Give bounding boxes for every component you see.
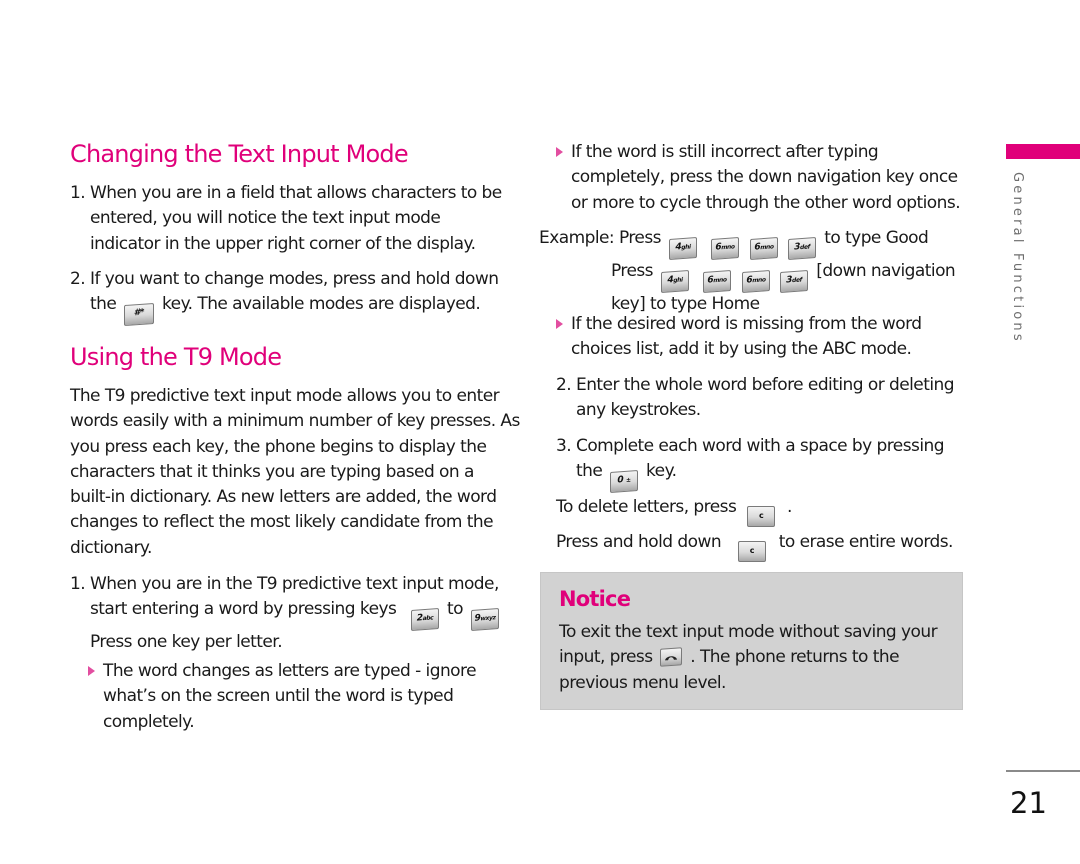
hash-star-key-icon: #*	[124, 303, 155, 327]
bullet-line: completely.	[103, 711, 195, 732]
step-line: any keystrokes.	[576, 400, 701, 421]
step-number: 1.	[70, 183, 86, 203]
key-6mno-icon: 6mno	[710, 237, 739, 260]
t9-step-3: 3. Complete each word with a space by pr…	[556, 434, 945, 494]
key-4ghi-icon: 4ghi	[668, 237, 697, 260]
step-number: 2.	[70, 269, 86, 289]
step-line: When you are in the T9 predictive text i…	[90, 574, 499, 594]
bullet-line: choices list, add it by using the ABC mo…	[571, 339, 912, 360]
example-label: Example:	[539, 228, 615, 248]
paragraph-line: dictionary.	[70, 537, 152, 558]
changing-mode-step-2: 2. If you want to change modes, press an…	[70, 267, 499, 327]
t9-step-2: 2. Enter the whole word before editing o…	[556, 373, 955, 424]
t9-bullet-word-changes: The word changes as letters are typed - …	[88, 659, 477, 735]
notice-title: Notice	[559, 587, 631, 611]
step-line: If you want to change modes, press and h…	[90, 269, 499, 289]
key-3def-icon: 3def	[788, 237, 817, 260]
step-number: 3.	[556, 436, 572, 456]
end-call-key-icon	[660, 647, 683, 668]
paragraph-line: words easily with a minimum number of ke…	[70, 411, 520, 432]
section-label: General Functions	[1010, 172, 1025, 344]
notice-line: To exit the text input mode without savi…	[559, 622, 938, 642]
bullet-triangle-icon	[88, 666, 95, 676]
step-line: entered, you will notice the text input …	[90, 208, 441, 229]
delete-letters-line: To delete letters, press c .	[556, 495, 792, 527]
paragraph-line: changes to reflect the most likely candi…	[70, 512, 494, 533]
heading-using-t9-mode: Using the T9 Mode	[70, 343, 282, 371]
phone-handset-icon	[665, 656, 678, 661]
bullet-line: completely, press the down navigation ke…	[571, 167, 958, 188]
bullet-word-still-incorrect: If the word is still incorrect after typ…	[556, 140, 961, 216]
t9-step-1: 1. When you are in the T9 predictive tex…	[70, 572, 502, 656]
bullet-line: If the word is still incorrect after typ…	[571, 142, 879, 162]
paragraph-line: built-in dictionary. As new letters are …	[70, 487, 497, 508]
step-line: Press one key per letter.	[90, 632, 283, 653]
step-line: Enter the whole word before editing or d…	[576, 375, 955, 395]
heading-changing-text-input-mode: Changing the Text Input Mode	[70, 140, 409, 168]
step-line: indicator in the upper right corner of t…	[90, 233, 476, 254]
example-line-good: Example: Press 4ghi 6mno 6mno 3def to ty…	[539, 226, 955, 260]
key-4ghi-icon: 4ghi	[660, 270, 689, 293]
manual-page: Changing the Text Input Mode 1. When you…	[0, 0, 1080, 864]
bullet-triangle-icon	[556, 147, 563, 157]
clear-key-icon: c	[747, 506, 776, 527]
section-tab-marker	[1006, 144, 1080, 159]
step-line: Complete each word with a space by press…	[576, 436, 945, 456]
key-9wxyz-icon: 9wxyz	[470, 608, 499, 632]
t9-intro-paragraph: The T9 predictive text input mode allows…	[70, 384, 520, 561]
key-0-space-icon: 0 ±	[610, 470, 639, 494]
erase-words-line: Press and hold down c to erase entire wo…	[556, 530, 953, 562]
notice-line: input, press . The phone returns to the	[559, 647, 900, 668]
step-line: the #* key. The available modes are disp…	[90, 292, 498, 327]
step-line: start entering a word by pressing keys 2…	[90, 597, 502, 632]
notice-box: Notice To exit the text input mode witho…	[540, 572, 963, 710]
key-2abc-icon: 2abc	[411, 608, 440, 632]
key-6mno-icon: 6mno	[702, 270, 731, 293]
page-number: 21	[1010, 786, 1047, 820]
bullet-line: The word changes as letters are typed - …	[103, 661, 477, 681]
paragraph-line: The T9 predictive text input mode allows…	[70, 386, 500, 406]
bullet-line: or more to cycle through the other word …	[571, 192, 961, 213]
step-line: the 0 ± key.	[576, 459, 944, 494]
paragraph-line: characters that it thinks you are typing…	[70, 461, 474, 482]
page-number-divider	[1006, 770, 1080, 772]
step-line: When you are in a field that allows char…	[90, 183, 502, 203]
step-number: 2.	[556, 375, 572, 395]
bullet-word-missing: If the desired word is missing from the …	[556, 312, 922, 363]
bullet-line: If the desired word is missing from the …	[571, 314, 922, 334]
bullet-triangle-icon	[556, 319, 563, 329]
key-6mno-icon: 6mno	[741, 270, 770, 293]
step-number: 1.	[70, 574, 86, 594]
notice-line: previous menu level.	[559, 672, 726, 693]
notice-body: To exit the text input mode without savi…	[559, 620, 938, 696]
bullet-line: what’s on the screen until the word is t…	[103, 686, 454, 707]
key-3def-icon: 3def	[780, 270, 809, 293]
example-block: Example: Press 4ghi 6mno 6mno 3def to ty…	[539, 226, 956, 317]
clear-key-icon: c	[737, 541, 766, 562]
changing-mode-step-1: 1. When you are in a field that allows c…	[70, 181, 502, 257]
paragraph-line: you press each key, the phone begins to …	[70, 436, 487, 457]
key-6mno-icon: 6mno	[749, 237, 778, 260]
example-line-home: Press 4ghi 6mno 6mno 3def [down navigati…	[539, 259, 956, 293]
